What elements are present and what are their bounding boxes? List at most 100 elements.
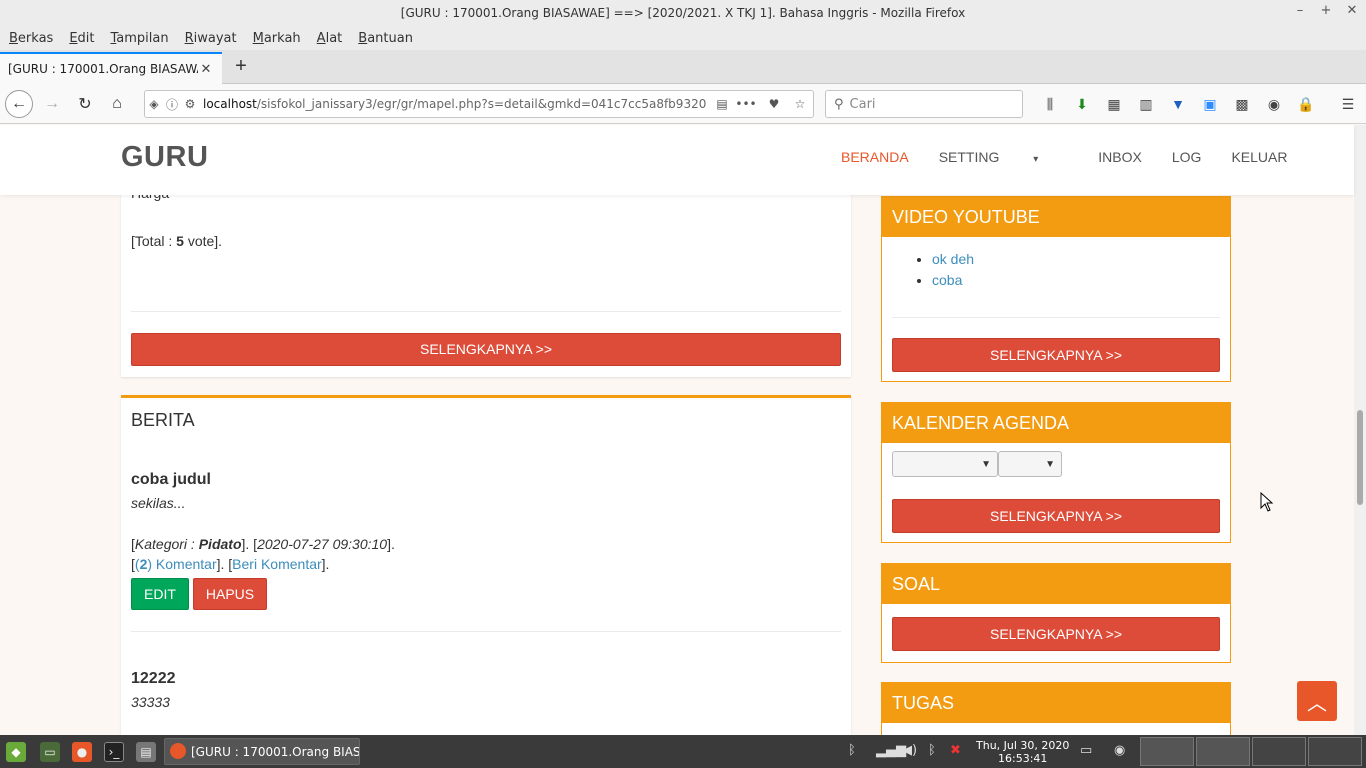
forward-icon[interactable]: →	[38, 90, 66, 118]
pocket-icon[interactable]: ♥	[761, 97, 787, 111]
taskbar-firefox-window[interactable]: [GURU : 170001.Orang BIAS...	[164, 738, 360, 765]
workspace-4[interactable]	[1308, 737, 1362, 766]
clock-time: 16:53:41	[998, 752, 1048, 765]
tugas-box: TUGAS	[881, 682, 1231, 735]
workspace-3[interactable]	[1252, 737, 1306, 766]
menu-riwayat[interactable]: Riwayat	[185, 31, 237, 46]
menu-alat[interactable]: Alat	[317, 31, 343, 46]
account-icon[interactable]: ◉	[1264, 94, 1284, 114]
search-input[interactable]: ⚲ Cari	[825, 90, 1023, 118]
nav-beranda[interactable]: BERANDA	[841, 149, 909, 165]
scrollbar-thumb[interactable]	[1357, 410, 1363, 505]
video-link[interactable]: ok deh	[932, 251, 974, 267]
page-actions-icon[interactable]: •••	[731, 97, 761, 111]
chevron-down-icon: ▼	[1045, 458, 1055, 470]
files-launcher-icon[interactable]: ▤	[136, 742, 156, 762]
hamburger-menu-icon[interactable]: ☰	[1338, 94, 1358, 114]
nav-setting-label: SETTING	[938, 149, 1000, 165]
delete-button[interactable]: HAPUS	[193, 578, 267, 610]
bluetooth-app-icon[interactable]: ᛒ	[848, 743, 856, 758]
firefox-task-icon	[170, 743, 186, 759]
menu-bar: Berkas Edit Tampilan Riwayat Markah Alat…	[0, 26, 1366, 50]
zoom-icon[interactable]: ▣	[1200, 94, 1220, 114]
edit-button[interactable]: EDIT	[131, 578, 189, 610]
tab-close-icon[interactable]: ✕	[198, 62, 214, 77]
battery-icon[interactable]: ▭	[1080, 743, 1092, 758]
url-text[interactable]: localhost/sisfokol_janissary3/egr/gr/map…	[199, 97, 713, 111]
reader-view-icon[interactable]: ▤	[713, 97, 731, 111]
news-heading: BERITA	[131, 410, 195, 430]
chevron-up-icon: ︿	[1307, 692, 1327, 715]
news-give-comment-link[interactable]: Beri Komentar	[232, 556, 321, 572]
workspace-1[interactable]	[1140, 737, 1194, 766]
close-icon[interactable]: ✕	[1346, 3, 1358, 18]
main-nav: BERANDA SETTING ▾ INBOX LOG KELUAR	[841, 149, 1317, 165]
url-path: /sisfokol_janissary3/egr/gr/mapel.php?s=…	[256, 97, 707, 111]
sidebar-icon[interactable]: ▥	[1136, 94, 1156, 114]
menu-edit[interactable]: Edit	[69, 31, 94, 46]
page-scrollbar[interactable]	[1354, 125, 1366, 735]
menu-tampilan[interactable]: Tampilan	[111, 31, 169, 46]
nav-keluar[interactable]: KELUAR	[1231, 149, 1287, 165]
menu-berkas[interactable]: Berkas	[9, 31, 53, 46]
month-select[interactable]: ▼	[892, 451, 998, 477]
poll-more-button[interactable]: SELENGKAPNYA >>	[131, 333, 841, 366]
video-more-button[interactable]: SELENGKAPNYA >>	[892, 338, 1220, 372]
news-card: BERITA coba judul sekilas... [Kategori :…	[121, 395, 851, 735]
info-icon[interactable]: ⓘ	[163, 96, 181, 113]
search-icon: ⚲	[834, 96, 844, 112]
permissions-icon[interactable]: ⚙	[181, 97, 199, 111]
extension-icon[interactable]: ▦	[1104, 94, 1124, 114]
menu-bantuan[interactable]: Bantuan	[358, 31, 413, 46]
terminal-icon[interactable]: ›_	[104, 742, 124, 762]
poll-total: [Total : 5 vote].	[131, 233, 222, 249]
scroll-to-top-button[interactable]: ︿	[1297, 681, 1337, 721]
browser-tab[interactable]: [GURU : 170001.Orang BIASAWAE ✕	[0, 52, 222, 84]
url-bar[interactable]: ◈ ⓘ ⚙ localhost/sisfokol_janissary3/egr/…	[144, 90, 814, 118]
tab-title: [GURU : 170001.Orang BIASAWAE	[8, 62, 198, 76]
clock[interactable]: Thu, Jul 30, 2020 16:53:41	[976, 739, 1069, 765]
soal-title: SOAL	[882, 564, 1230, 604]
navigation-toolbar: ← → ↻ ⌂ ◈ ⓘ ⚙ localhost/sisfokol_janissa…	[0, 84, 1366, 124]
back-icon[interactable]: ←	[5, 90, 33, 118]
soal-more-button[interactable]: SELENGKAPNYA >>	[892, 617, 1220, 651]
mint-menu-icon[interactable]: ◆	[6, 742, 26, 762]
window-controls: – + ✕	[1294, 3, 1358, 18]
record-icon[interactable]: ◉	[1114, 743, 1125, 758]
calendar-more-button[interactable]: SELENGKAPNYA >>	[892, 499, 1220, 533]
nav-setting[interactable]: SETTING ▾	[939, 149, 1069, 165]
soal-box: SOAL SELENGKAPNYA >>	[881, 563, 1231, 663]
news-title: coba judul	[131, 471, 211, 488]
page-viewport: Harga [Total : 5 vote]. SELENGKAPNYA >> …	[0, 125, 1366, 735]
bluetooth-icon[interactable]: ᛒ	[928, 743, 936, 758]
chevron-down-icon: ▼	[981, 458, 991, 470]
nav-inbox[interactable]: INBOX	[1098, 149, 1142, 165]
minimize-icon[interactable]: –	[1294, 3, 1306, 18]
site-brand[interactable]: GURU	[121, 141, 208, 174]
news-links: [(2) Komentar]. [Beri Komentar].	[131, 556, 330, 572]
news-comments-link[interactable]: (2) Komentar	[135, 556, 217, 572]
update-manager-icon[interactable]: ✖	[950, 743, 961, 758]
menu-markah[interactable]: Markah	[253, 31, 301, 46]
home-icon[interactable]: ⌂	[103, 90, 131, 118]
nav-log[interactable]: LOG	[1172, 149, 1202, 165]
shield-icon[interactable]: ◈	[145, 97, 163, 111]
save-icon[interactable]: ▼	[1168, 94, 1188, 114]
reload-icon[interactable]: ↻	[71, 90, 99, 118]
qr-icon[interactable]: ▩	[1232, 94, 1252, 114]
maximize-icon[interactable]: +	[1320, 3, 1332, 18]
news-title: 12222	[131, 670, 176, 687]
news-date: 2020-07-27 09:30:10	[257, 536, 388, 552]
lock-icon[interactable]: 🔒	[1296, 94, 1316, 114]
download-icon[interactable]: ⬇	[1072, 94, 1092, 114]
library-icon[interactable]: ⫼	[1040, 94, 1060, 114]
workspace-2[interactable]	[1196, 737, 1250, 766]
bookmark-star-icon[interactable]: ☆	[787, 97, 813, 111]
tugas-title: TUGAS	[882, 683, 1230, 723]
volume-icon[interactable]: ◀)	[902, 743, 917, 758]
video-link[interactable]: coba	[932, 272, 962, 288]
firefox-launcher-icon[interactable]: ●	[72, 742, 92, 762]
new-tab-icon[interactable]: +	[230, 56, 252, 78]
year-select[interactable]: ▼	[998, 451, 1062, 477]
show-desktop-icon[interactable]: ▭	[40, 742, 60, 762]
